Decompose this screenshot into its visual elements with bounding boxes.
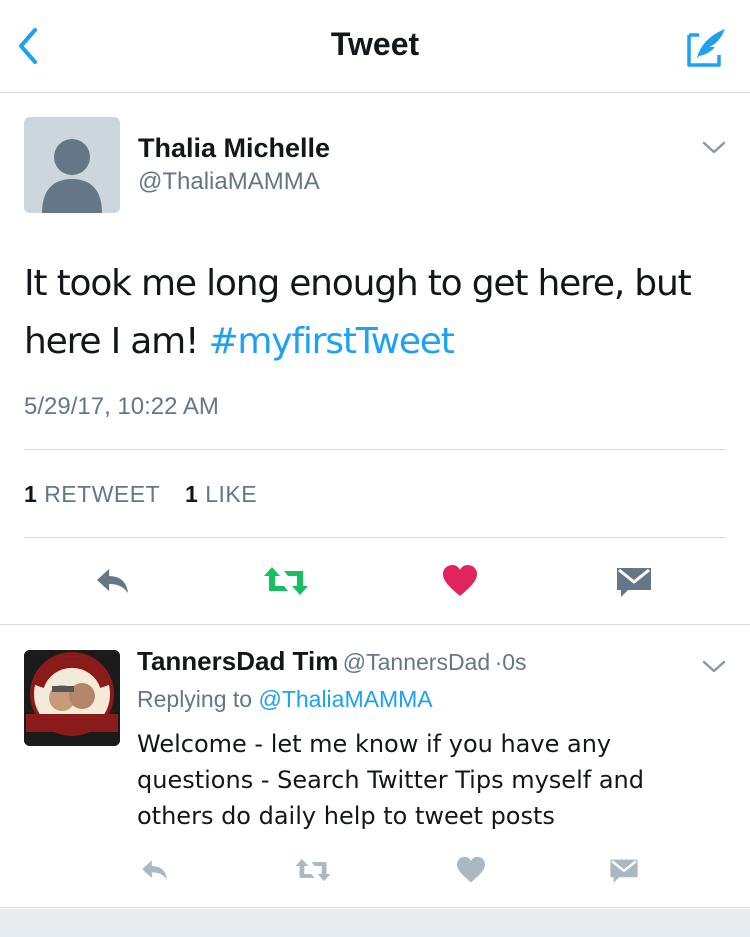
tannersdad-logo [24,650,120,746]
like-label: LIKE [205,481,258,507]
like-count-link[interactable]: 1 LIKE [185,481,257,507]
like-button[interactable] [435,559,485,603]
retweet-label: RETWEET [44,481,161,507]
like-count: 1 [185,481,199,507]
reply-arrow-icon [97,569,128,593]
author-avatar[interactable] [24,117,120,213]
reply-options-button[interactable] [700,656,728,676]
reply-arrow-icon [142,860,167,880]
reply-author-name[interactable]: TannersDad Tim [137,646,338,676]
tweet-action-bar [0,553,750,613]
tweet-text: It took me long enough to get here, but … [24,255,724,371]
author-name[interactable]: Thalia Michelle [138,133,330,164]
tweet-timestamp: 5/29/17, 10:22 AM [24,393,219,420]
compose-quill-icon [687,29,725,67]
reply-button[interactable] [88,559,138,603]
replying-prefix: Replying to [137,686,253,712]
retweet-icon [295,858,331,882]
reply-author-avatar[interactable] [24,650,120,746]
retweet-icon [264,567,308,595]
reply-time: 0s [502,649,527,675]
reply-reply-button[interactable] [133,848,177,892]
top-navigation-bar: Tweet [0,0,750,93]
envelope-icon [610,859,638,883]
main-tweet: Thalia Michelle @ThaliaMAMMA It took me … [0,93,750,625]
direct-message-button[interactable] [609,559,659,603]
reply-like-button[interactable] [449,848,493,892]
hashtag-link[interactable]: #myfirstTweet [208,321,454,362]
page-title: Tweet [330,26,420,62]
divider [24,449,726,450]
reply-author-handle[interactable]: @TannersDad [343,649,490,675]
divider [24,537,726,538]
envelope-icon [617,568,651,597]
bottom-background [0,909,750,937]
default-profile-icon [42,139,102,213]
author-handle[interactable]: @ThaliaMAMMA [138,168,320,196]
retweet-count: 1 [24,481,38,507]
heart-icon [457,856,485,883]
reply-direct-message-button[interactable] [602,848,646,892]
compose-tweet-button[interactable] [682,22,732,72]
chevron-down-icon [702,660,726,673]
reply-tweet: TannersDad Tim @TannersDad ·0s Replying … [0,626,750,908]
chevron-down-icon [702,141,726,154]
retweet-button[interactable] [261,559,311,603]
reply-text: Welcome - let me know if you have any qu… [137,730,644,830]
retweet-count-link[interactable]: 1 RETWEET [24,481,160,507]
tweet-options-button[interactable] [700,137,728,157]
reply-action-bar [0,848,750,894]
reply-retweet-button[interactable] [291,848,335,892]
engagement-stats: 1 RETWEET 1 LIKE [24,481,275,508]
replying-to-line: Replying to @ThaliaMAMMA [137,686,433,713]
replying-to-mention[interactable]: @ThaliaMAMMA [258,686,432,712]
heart-icon [443,565,477,596]
reply-header: TannersDad Tim @TannersDad ·0s [137,646,527,677]
